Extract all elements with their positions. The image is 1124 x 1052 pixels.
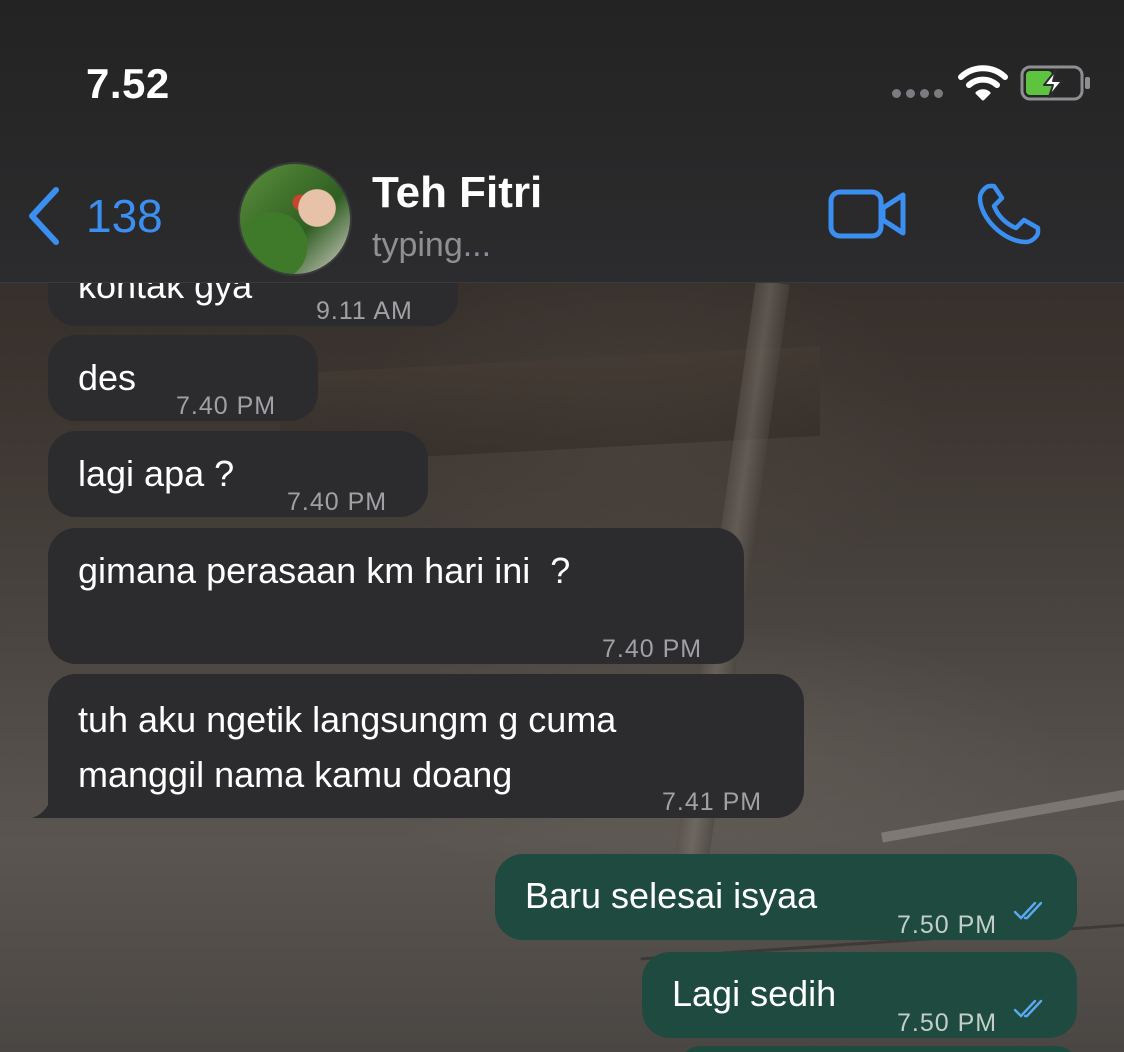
message-time: 7.40 PM <box>287 488 388 516</box>
message-bubble-incoming[interactable]: gimana perasaan km hari ini ? 7.40 PM <box>48 528 744 664</box>
video-call-icon[interactable] <box>828 186 908 242</box>
message-time: 9.11 AM <box>316 297 413 325</box>
read-receipt-icon <box>1013 901 1043 920</box>
message-time: 7.40 PM <box>602 635 703 663</box>
chevron-left-icon <box>29 187 59 245</box>
read-receipt-icon <box>1013 999 1043 1018</box>
message-time: 7.50 PM <box>897 911 998 939</box>
message-bubble-incoming[interactable]: des 7.40 PM <box>48 335 318 421</box>
wifi-icon <box>958 65 1008 101</box>
message-bubble-outgoing-partial[interactable] <box>680 1046 1077 1052</box>
battery-charging-icon <box>1020 65 1090 101</box>
message-text-line: manggil nama kamu doang <box>78 754 513 795</box>
contact-status: typing... <box>372 226 492 264</box>
message-text: lagi apa ? <box>78 453 235 494</box>
message-text: gimana perasaan km hari ini ? <box>78 550 571 591</box>
unread-count: 138 <box>86 190 163 242</box>
message-bubble-outgoing[interactable]: Lagi sedih 7.50 PM <box>642 952 1077 1038</box>
message-text: Baru selesai isyaa <box>525 875 818 916</box>
message-time: 7.41 PM <box>662 788 763 816</box>
message-text: des <box>78 357 137 398</box>
back-button[interactable]: 138 <box>24 186 163 246</box>
message-bubble-incoming[interactable]: lagi apa ? 7.40 PM <box>48 431 428 517</box>
status-time: 7.52 <box>86 60 170 107</box>
message-time: 7.40 PM <box>176 392 277 420</box>
message-bubble-outgoing[interactable]: Baru selesai isyaa 7.50 PM <box>495 854 1077 940</box>
wallpaper-stripe <box>881 787 1124 843</box>
contact-name[interactable]: Teh Fitri <box>372 168 542 218</box>
cellular-signal-icon <box>892 89 943 98</box>
message-bubble-incoming[interactable]: tuh aku ngetik langsungm g cuma manggil … <box>48 674 804 818</box>
message-text: Lagi sedih <box>672 973 837 1014</box>
contact-avatar[interactable] <box>238 162 352 276</box>
message-time: 7.50 PM <box>897 1009 998 1037</box>
message-text-line: tuh aku ngetik langsungm g cuma <box>78 699 617 740</box>
chat-header: 7.52 138 Teh Fitri typing... <box>0 0 1124 283</box>
phone-icon[interactable] <box>976 182 1044 246</box>
